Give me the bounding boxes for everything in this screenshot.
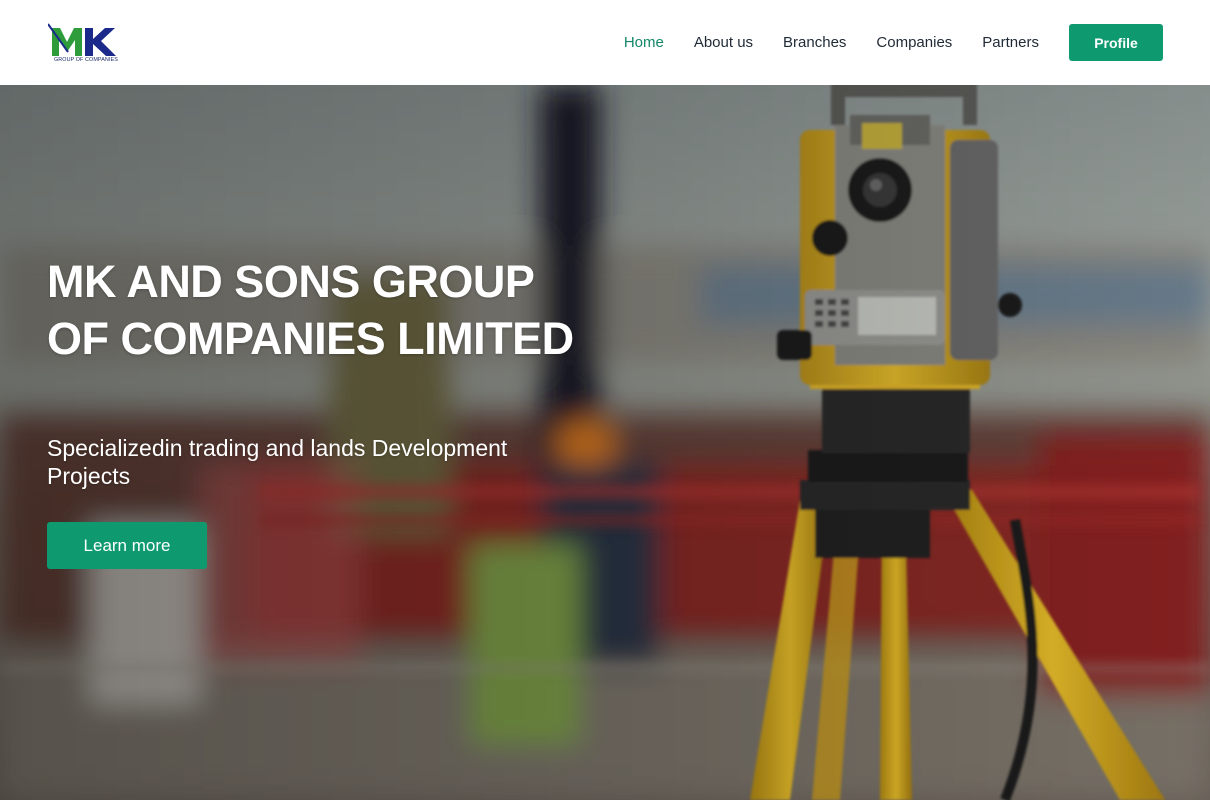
- mk-logo-mark: [48, 23, 116, 56]
- hero-title: MK AND SONS GROUP OF COMPANIES LIMITED: [47, 256, 574, 364]
- nav-branches[interactable]: Branches: [783, 34, 846, 51]
- nav-about-us[interactable]: About us: [694, 34, 753, 51]
- nav-home[interactable]: Home: [624, 34, 664, 51]
- mk-logo[interactable]: GROUP OF COMPANIES: [48, 22, 124, 66]
- profile-button[interactable]: Profile: [1069, 24, 1163, 61]
- site-header: GROUP OF COMPANIES Home About us Branche…: [0, 0, 1210, 85]
- logo-subtitle: GROUP OF COMPANIES: [54, 57, 118, 63]
- nav-partners[interactable]: Partners: [982, 34, 1039, 51]
- nav-companies[interactable]: Companies: [876, 34, 952, 51]
- hero-subtitle: Specializedin trading and lands Developm…: [47, 435, 508, 489]
- main-nav: Home About us Branches Companies Partner…: [594, 0, 1039, 85]
- hero-section: MK AND SONS GROUP OF COMPANIES LIMITED S…: [0, 85, 1210, 800]
- learn-more-button[interactable]: Learn more: [47, 522, 207, 569]
